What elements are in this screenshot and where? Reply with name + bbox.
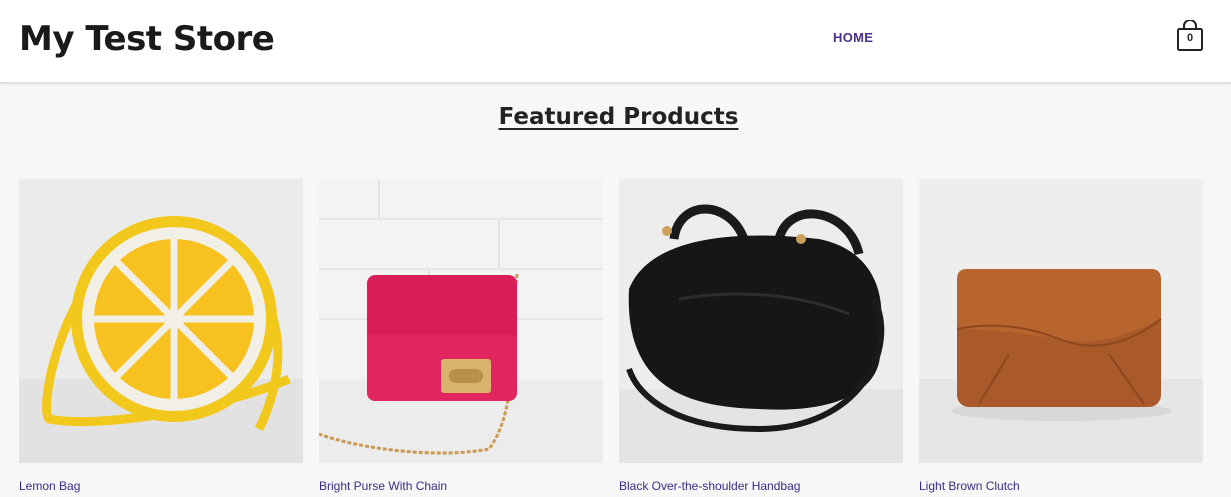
product-title-link[interactable]: Bright Purse With Chain [319,479,603,493]
product-image-link[interactable] [919,179,1203,463]
nav-home-link[interactable]: HOME [833,30,873,45]
product-image-link[interactable] [19,179,303,463]
product-image-link[interactable] [619,179,903,463]
pink-purse-image [319,179,603,463]
black-handbag-image [619,179,903,463]
featured-products-title: Featured Products [498,104,739,130]
cart-button[interactable]: 0 [1176,20,1204,52]
product-title-link[interactable]: Lemon Bag [19,479,303,493]
product-title-link[interactable]: Light Brown Clutch [919,479,1203,493]
product-card: Black Over-the-shoulder Handbag [619,179,903,493]
product-title-link[interactable]: Black Over-the-shoulder Handbag [619,479,903,493]
brown-clutch-image [919,179,1203,463]
featured-products-heading: Featured Products [0,104,1231,130]
product-image-link[interactable] [319,179,603,463]
product-card: Light Brown Clutch [919,179,1203,493]
store-logo[interactable]: My Test Store [19,19,275,59]
site-header: My Test Store HOME 0 [0,0,1231,83]
product-card: Bright Purse With Chain [319,179,603,493]
cart-count: 0 [1186,32,1194,44]
lemon-bag-image [19,179,303,463]
product-card: Lemon Bag [19,179,303,493]
